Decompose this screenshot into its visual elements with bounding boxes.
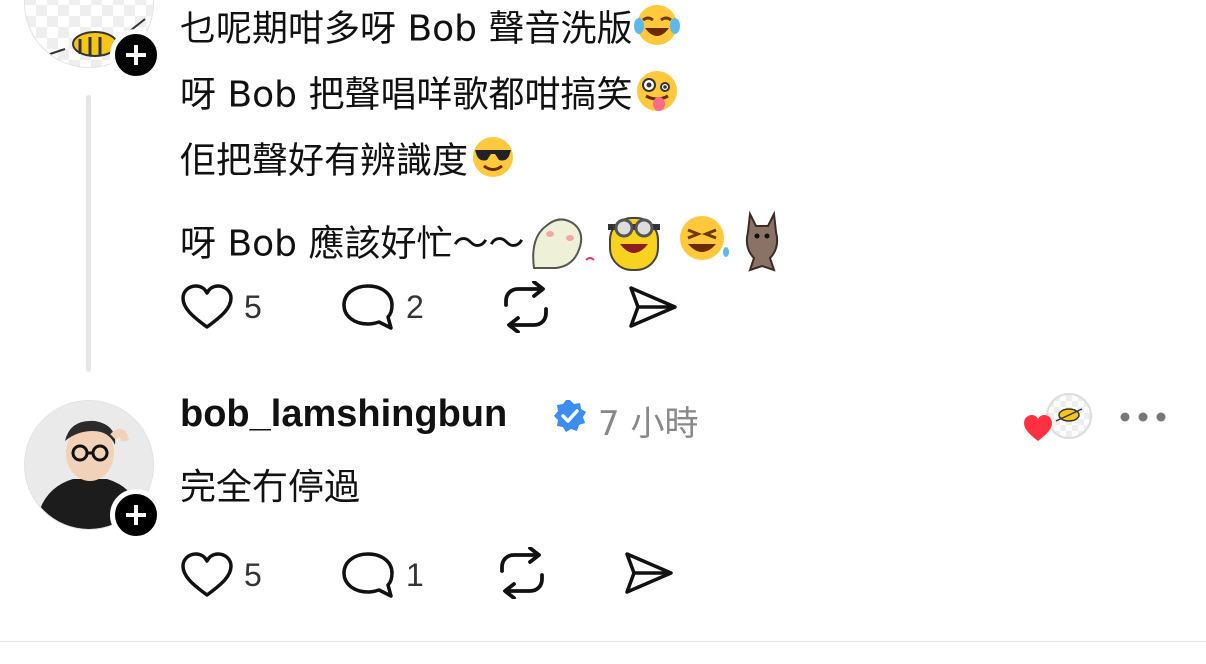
dancing-blob-sticker-icon: [532, 218, 596, 269]
like-count: 5: [244, 288, 262, 325]
send-icon: [629, 286, 677, 328]
ellipsis-icon: [1120, 412, 1166, 422]
heart-icon: [181, 552, 233, 597]
face-with-tears-of-joy-icon: [634, 2, 681, 59]
follow-plus-button[interactable]: [110, 489, 162, 541]
post-text-line: 呀 Bob 把聲唱咩歌都咁搞笑: [180, 68, 680, 125]
post-line-3: 佢把聲好有辨識度: [180, 140, 469, 182]
post-line-4: 呀 Bob 應該好忙～～: [180, 223, 525, 265]
send-icon: [625, 552, 673, 594]
mosquito-icon: [1055, 408, 1083, 422]
like-button[interactable]: 5: [180, 550, 262, 600]
reply-count: 1: [406, 556, 424, 593]
timestamp: 7 小時: [598, 404, 699, 444]
verified-badge-icon: [552, 398, 588, 438]
zany-face-icon: [634, 68, 680, 125]
heart-icon: [181, 284, 233, 329]
laughing-face-sticker-icon: [680, 216, 730, 260]
post-line-1: 乜呢期咁多呀 Bob 聲音洗版: [180, 8, 633, 50]
post-text-line: 乜呢期咁多呀 Bob 聲音洗版: [180, 2, 681, 59]
more-options-button[interactable]: [1118, 405, 1168, 433]
plus-icon: [126, 45, 146, 65]
repost-button[interactable]: [494, 547, 550, 599]
repost-icon: [500, 547, 544, 599]
share-button[interactable]: [626, 282, 680, 332]
reply-count: 2: [406, 288, 424, 325]
minion-sticker-icon: [608, 217, 661, 271]
follow-plus-button[interactable]: [110, 29, 162, 81]
divider: [0, 641, 1206, 642]
repost-icon: [504, 281, 548, 333]
heart-icon: [1022, 413, 1054, 447]
reply-button[interactable]: 2: [340, 282, 424, 332]
share-button[interactable]: [622, 548, 676, 598]
post-line-2: 呀 Bob 把聲唱咩歌都咁搞笑: [180, 74, 633, 116]
comment-bubble-icon: [342, 284, 394, 330]
smiling-face-with-sunglasses-icon: [470, 134, 516, 191]
post-text-line: 佢把聲好有辨識度: [180, 134, 516, 191]
like-button[interactable]: 5: [180, 282, 262, 332]
post-text-line: 呀 Bob 應該好忙～～: [180, 208, 796, 283]
plus-icon: [126, 505, 146, 525]
repost-button[interactable]: [498, 281, 554, 333]
like-count: 5: [244, 556, 262, 593]
sticker-set: [526, 208, 796, 283]
thread-connector-line: [86, 95, 91, 372]
dancing-cat-sticker-icon: [746, 210, 779, 272]
username[interactable]: bob_lamshingbun: [180, 393, 507, 436]
reply-button[interactable]: 1: [340, 550, 424, 600]
reply-text: 完全冇停過: [180, 467, 361, 508]
comment-bubble-icon: [342, 552, 394, 598]
